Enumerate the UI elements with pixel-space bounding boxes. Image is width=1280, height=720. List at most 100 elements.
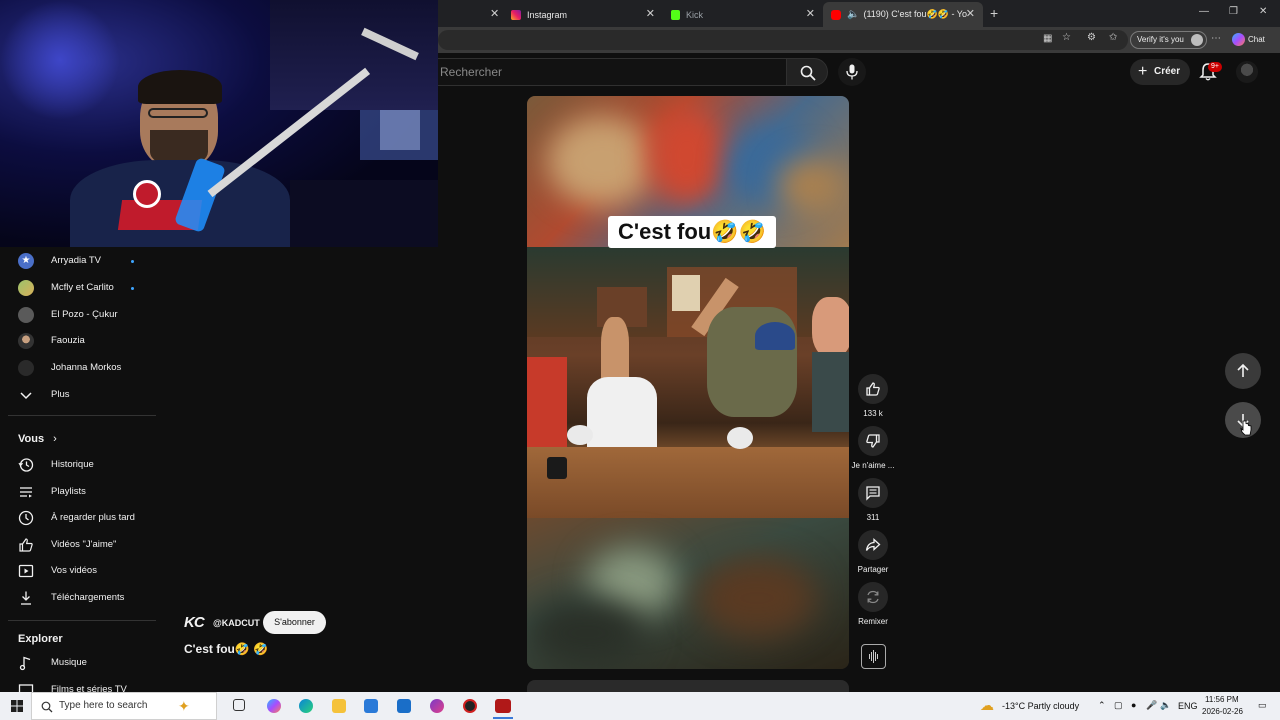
apps-icon[interactable]: ▦ [1043,33,1052,44]
store-icon[interactable] [364,699,378,713]
tab-youtube[interactable]: 🔈 (1190) C'est fou🤣🤣 - YouTu ✕ [823,2,983,27]
share-button[interactable] [858,530,888,560]
meet-now-icon[interactable]: ▢ [1114,700,1123,711]
sidebar-label: Vidéos "J'aime" [51,539,117,550]
restore-icon[interactable]: ❐ [1229,6,1238,17]
subscription-mcfly-et-carlito[interactable]: Mcfly et Carlito [0,275,156,301]
channel-avatar [18,307,34,323]
channel-avatar [18,360,34,376]
show-more-button[interactable]: Plus [0,382,156,408]
subscription-arryadia-tv[interactable]: ★ Arryadia TV [0,248,156,274]
history-icon [18,458,34,472]
channel-name: Arryadia TV [51,255,101,266]
favorites-icon[interactable]: ✩ [1109,32,1117,43]
liked-videos-icon [19,538,33,552]
subscribe-button[interactable]: S'abonner [263,611,326,634]
clock-time[interactable]: 11:56 PM [1205,695,1239,704]
like-button[interactable] [858,374,888,404]
channel-avatar [18,280,34,296]
share-icon [865,538,881,551]
sidebar-item-watch-later[interactable]: À regarder plus tard [0,505,156,531]
previous-short-button[interactable] [1225,353,1261,389]
search-input[interactable]: Rechercher [432,58,786,86]
taskbar-search-placeholder: Type here to search [59,700,148,711]
microphone-icon [846,64,858,80]
thumbs-down-icon [866,434,880,448]
windows-start-icon[interactable] [11,700,23,712]
sidebar-item-downloads[interactable]: Téléchargements [0,585,156,611]
app-icon[interactable] [430,699,444,713]
window-close-icon[interactable]: ✕ [1259,6,1267,17]
search-button[interactable] [786,58,828,86]
close-icon[interactable]: ✕ [806,7,815,20]
sidebar-item-history[interactable]: Historique [0,452,156,478]
active-app-underline [493,717,513,719]
speaker-icon[interactable]: 🔈 [847,9,859,20]
volume-icon[interactable]: 🔈 [1160,700,1171,711]
edge-browser-icon[interactable] [299,699,313,713]
channel-handle[interactable]: @KADCUT [213,618,260,628]
file-explorer-icon[interactable] [332,699,346,713]
clock-date[interactable]: 2026-02-26 [1202,707,1243,716]
short-video-player[interactable] [527,96,849,669]
channel-name: Mcfly et Carlito [51,282,114,293]
sidebar-item-your-videos[interactable]: Vos vidéos [0,558,156,584]
copilot-icon[interactable] [267,699,281,713]
task-view-icon[interactable] [233,699,245,711]
outlook-icon[interactable] [397,699,411,713]
verify-its-you-button[interactable]: Verify it's you [1130,31,1207,49]
subscription-faouzia[interactable]: Faouzia [0,328,156,354]
kick-icon [671,9,680,20]
chat-label: Chat [1248,35,1265,44]
extensions-icon[interactable]: ⚙ [1087,32,1096,43]
notifications-icon[interactable]: ▭ [1258,700,1267,711]
tab-kick[interactable]: Kick ✕ [663,2,823,27]
remix-icon [867,590,879,604]
language-indicator[interactable]: ENG [1178,701,1198,711]
you-section-heading[interactable]: Vous › [18,433,57,445]
films-icon [18,684,34,692]
subscription-johanna-morkos[interactable]: Johanna Morkos [0,355,156,381]
streaming-app-icon[interactable] [495,699,511,713]
channel-logo[interactable]: KC [184,614,205,631]
voice-search-button[interactable] [838,58,866,86]
video-frame [527,247,849,518]
taskbar-search-input[interactable]: Type here to search ✦ [31,692,217,720]
subscription-el-pozo-cukur[interactable]: El Pozo - Çukur [0,302,156,328]
close-icon[interactable]: ✕ [646,7,655,20]
remix-button[interactable] [858,582,888,612]
copilot-chat-button[interactable]: Chat [1232,32,1265,48]
more-menu-icon[interactable]: ⋯ [1211,33,1221,44]
dislike-label: Je n'aime ... [851,461,895,470]
new-tab-icon[interactable]: + [990,5,998,21]
tab-label: Instagram [527,9,568,20]
sidebar-label: Vos vidéos [51,565,97,576]
arrow-up-icon [1237,363,1249,377]
share-label: Partager [857,565,889,574]
sidebar-item-playlists[interactable]: Playlists [0,479,156,505]
channel-name: Johanna Morkos [51,362,122,373]
mic-tray-icon[interactable]: 🎤 [1146,700,1157,711]
chevron-up-icon[interactable]: ⌃ [1098,700,1106,711]
verify-label: Verify it's you [1137,35,1184,44]
weather-text[interactable]: -13°C Partly cloudy [1002,701,1079,711]
minimize-icon[interactable]: — [1199,6,1209,17]
create-label: Créer [1154,66,1181,77]
create-button[interactable]: + Créer [1130,59,1190,85]
next-short-preview[interactable] [527,680,849,692]
recording-app-icon[interactable] [463,699,477,713]
tab-close-icon[interactable]: ✕ [490,7,499,20]
sidebar-item-films[interactable]: Films et séries TV [0,677,156,692]
sidebar-item-music[interactable]: Musique [0,650,156,676]
weather-icon: ☁ [980,697,994,713]
sidebar-item-liked-videos[interactable]: Vidéos "J'aime" [0,532,156,558]
account-avatar[interactable] [1236,61,1258,83]
microphone-icon[interactable]: ● [1131,700,1136,710]
url-field[interactable] [438,30,1128,50]
dislike-button[interactable] [858,426,888,456]
favorite-star-icon[interactable]: ☆ [1062,32,1071,43]
close-icon[interactable]: ✕ [966,7,975,20]
tab-instagram[interactable]: Instagram ✕ [503,2,663,27]
sound-button[interactable] [861,644,886,669]
comments-button[interactable] [858,478,888,508]
